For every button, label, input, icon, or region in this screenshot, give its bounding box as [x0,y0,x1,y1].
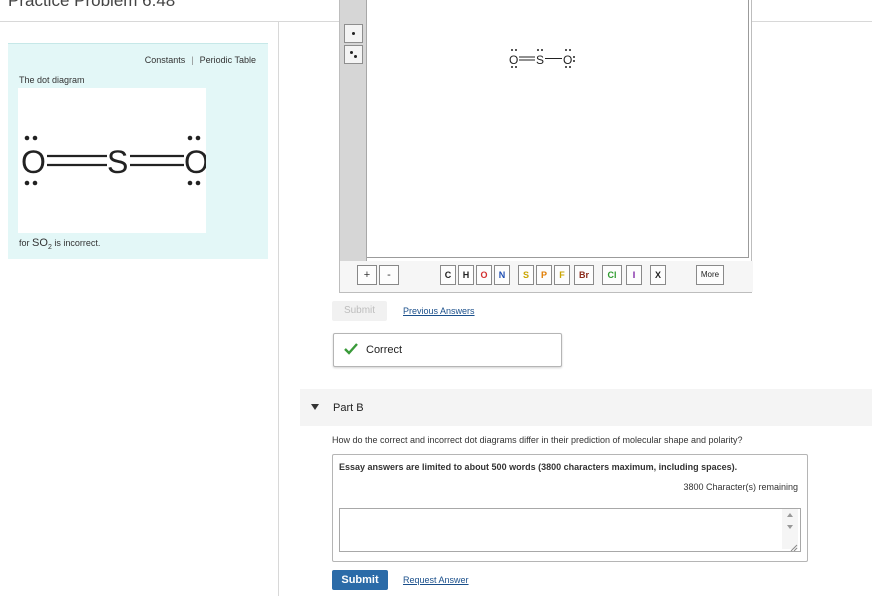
essay-limit-note: Essay answers are limited to about 500 w… [339,462,738,472]
element-button-p[interactable]: P [536,265,552,285]
periodic-table-link[interactable]: Periodic Table [200,55,256,65]
essay-input[interactable] [339,508,801,552]
info-panel: Constants | Periodic Table The dot diagram… [8,43,268,259]
scroll-up-icon[interactable] [787,513,793,517]
element-button-c[interactable]: C [440,265,456,285]
diagram-atom-s: S [107,144,128,180]
formula-main: SO [32,237,48,249]
caret-down-icon [311,404,319,410]
part-a-submit-button[interactable]: Submit [332,301,387,321]
incorrect-dot-diagram: O S O [21,135,206,186]
electron-dot-icon [352,32,355,35]
scroll-down-icon[interactable] [787,525,793,529]
part-b-title: Part B [333,402,364,414]
dot-diagram-intro: The dot diagram [19,75,85,85]
constants-link[interactable]: Constants [145,55,186,65]
diagram-caption: for SO2 is incorrect. [19,237,100,251]
links-separator: | [191,55,194,65]
resource-links: Constants | Periodic Table [145,55,256,65]
part-b-submit-button[interactable]: Submit [332,570,388,590]
formula-subscript: 2 [47,244,52,252]
drawing-canvas[interactable]: O S O [367,0,749,258]
element-button-h[interactable]: H [458,265,474,285]
element-button-i[interactable]: I [626,265,642,285]
element-button-s[interactable]: S [518,265,534,285]
element-button-f[interactable]: F [554,265,570,285]
element-button-o[interactable]: O [476,265,492,285]
page-title: Practice Problem 6.48 [8,0,176,10]
right-double-bond [130,154,184,167]
resize-handle-icon[interactable] [790,544,798,552]
check-icon [344,343,358,355]
element-button-x[interactable]: X [650,265,666,285]
formula: SO2 [32,237,52,252]
canvas-double-bond [519,56,535,61]
molecule-drawing-tool: O S O + - C H O N S P F Br Cl I X More [339,0,753,293]
canvas-atom-o-left: O [509,53,518,67]
element-button-br[interactable]: Br [574,265,594,285]
tool-sidebar [340,0,367,261]
essay-answer-box: Essay answers are limited to about 500 w… [332,454,808,562]
electron-dot-icon [354,55,357,58]
dot-diagram-card: O S O [18,88,206,233]
single-electron-tool[interactable] [344,24,363,43]
atom-toolbar: + - C H O N S P F Br Cl I X More [340,261,753,292]
essay-scrollbar[interactable] [782,509,798,549]
column-divider [278,22,279,596]
feedback-text: Correct [366,344,403,356]
part-b-question: How do the correct and incorrect dot dia… [332,435,743,445]
canvas-atom-s: S [536,53,544,67]
part-b-header[interactable]: Part B [300,389,872,426]
element-button-n[interactable]: N [494,265,510,285]
caption-suffix: is incorrect. [54,238,101,248]
diagram-atom-o-left: O [21,144,46,180]
left-double-bond [47,154,107,167]
electron-dot-icon [350,51,353,54]
feedback-box: Correct [333,333,562,367]
previous-answers-link[interactable]: Previous Answers [403,306,475,316]
lone-pair-tool[interactable] [344,45,363,64]
diagram-atom-o-right: O [184,144,206,180]
canvas-atom-o-right: O [563,53,572,67]
drawn-molecule: O S O [509,49,575,68]
element-button-cl[interactable]: Cl [602,265,622,285]
characters-remaining: 3800 Character(s) remaining [683,482,798,492]
positive-charge-button[interactable]: + [357,265,377,285]
request-answer-link[interactable]: Request Answer [403,575,469,585]
caption-prefix: for [19,238,30,248]
more-elements-button[interactable]: More [696,265,724,285]
negative-charge-button[interactable]: - [379,265,399,285]
